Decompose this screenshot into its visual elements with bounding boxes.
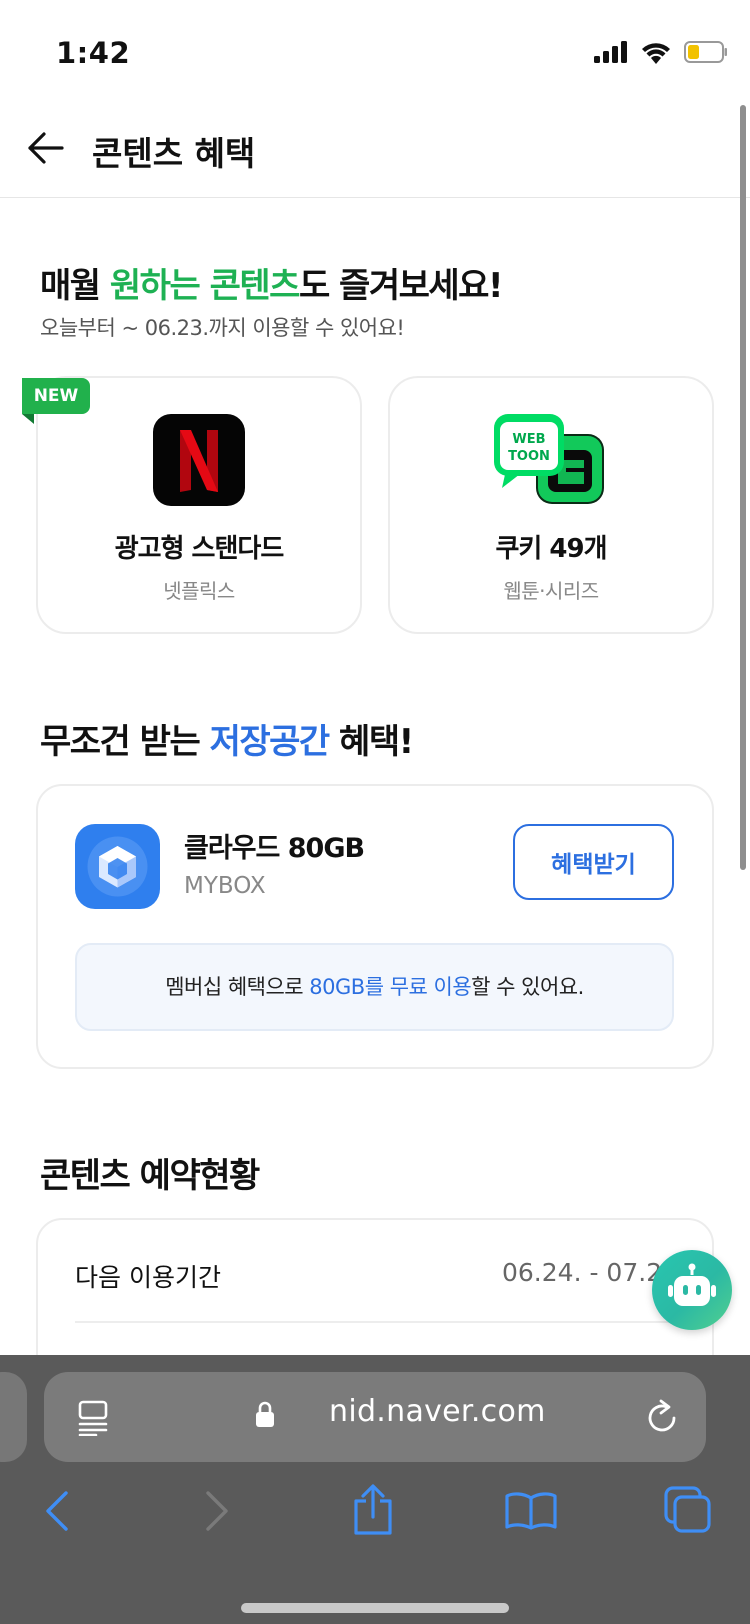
page-title: 콘텐츠 혜택 xyxy=(92,134,256,173)
url-text[interactable]: nid.naver.com xyxy=(329,1394,546,1429)
notice-part1: 멤버십 혜택으로 xyxy=(165,975,310,999)
scrollbar[interactable] xyxy=(740,105,746,870)
reader-mode-icon[interactable] xyxy=(78,1400,108,1436)
status-bar: 1:42 xyxy=(0,0,750,100)
storage-title-highlight: 저장공간 xyxy=(209,722,331,762)
mybox-cube-icon xyxy=(75,824,160,909)
next-period-value: 06.24. - 07.2 xyxy=(502,1258,663,1287)
new-badge: NEW xyxy=(22,378,90,414)
previous-tab-preview[interactable] xyxy=(0,1372,27,1462)
content-title-part1: 매월 xyxy=(40,266,110,306)
chatbot-button[interactable] xyxy=(652,1250,732,1330)
storage-title-part1: 무조건 받는 xyxy=(40,722,210,762)
address-bar[interactable]: nid.naver.com xyxy=(44,1372,706,1462)
cellular-signal-icon xyxy=(594,41,627,63)
notice-part2: 할 수 있어요. xyxy=(471,975,584,999)
content-title-highlight: 원하는 콘텐츠 xyxy=(109,266,301,306)
status-icons xyxy=(594,40,728,64)
netflix-logo-icon xyxy=(153,414,245,506)
next-period-label: 다음 이용기간 xyxy=(75,1263,221,1292)
bookmarks-icon[interactable] xyxy=(505,1492,557,1530)
content-section-subtitle: 오늘부터 ~ 06.23.까지 이용할 수 있어요! xyxy=(40,316,405,340)
home-indicator[interactable] xyxy=(241,1603,509,1613)
webtoon-logo-icon: WEB TOON xyxy=(494,414,606,506)
get-benefit-button[interactable]: 혜택받기 xyxy=(513,824,674,900)
lock-icon xyxy=(256,1401,274,1427)
back-arrow-icon[interactable] xyxy=(26,128,66,168)
header: 콘텐츠 혜택 xyxy=(0,100,750,198)
new-badge-fold xyxy=(22,414,34,424)
wifi-icon xyxy=(642,43,670,64)
reservation-section-title: 콘텐츠 예약현황 xyxy=(40,1156,260,1196)
reservation-divider xyxy=(75,1321,675,1323)
webtoon-card-subtitle: 웹툰·시리즈 xyxy=(503,579,599,603)
tabs-icon[interactable] xyxy=(664,1486,712,1534)
storage-section-title: 무조건 받는 저장공간 혜택! xyxy=(40,714,414,763)
mybox-title: 클라우드 80GB xyxy=(184,833,365,864)
svg-text:TOON: TOON xyxy=(508,449,550,464)
reload-icon[interactable] xyxy=(644,1398,680,1436)
netflix-card-subtitle: 넷플릭스 xyxy=(163,579,235,603)
content-title-part2: 도 즐겨보세요! xyxy=(298,266,504,306)
share-icon[interactable] xyxy=(352,1483,394,1537)
forward-nav-icon[interactable] xyxy=(204,1490,230,1532)
battery-icon xyxy=(684,41,727,63)
mybox-subtitle: MYBOX xyxy=(184,873,266,899)
svg-text:WEB: WEB xyxy=(512,432,545,447)
status-time: 1:42 xyxy=(56,36,131,70)
netflix-card-title: 광고형 스탠다드 xyxy=(114,534,285,564)
storage-notice: 멤버십 혜택으로 80GB를 무료 이용할 수 있어요. xyxy=(75,943,674,1031)
robot-icon xyxy=(668,1263,716,1306)
browser-toolbar: nid.naver.com xyxy=(0,1355,750,1624)
screen: 1:42 콘텐츠 혜택 매월 원하는 콘텐츠도 즐겨보세요! 오늘부터 ~ 06… xyxy=(0,0,750,1624)
webtoon-card-title: 쿠키 49개 xyxy=(495,534,608,564)
content-section-title: 매월 원하는 콘텐츠도 즐겨보세요! xyxy=(40,258,504,307)
back-nav-icon[interactable] xyxy=(44,1490,70,1532)
notice-highlight: 80GB를 무료 이용 xyxy=(309,975,472,999)
storage-title-part2: 혜택! xyxy=(328,722,414,762)
